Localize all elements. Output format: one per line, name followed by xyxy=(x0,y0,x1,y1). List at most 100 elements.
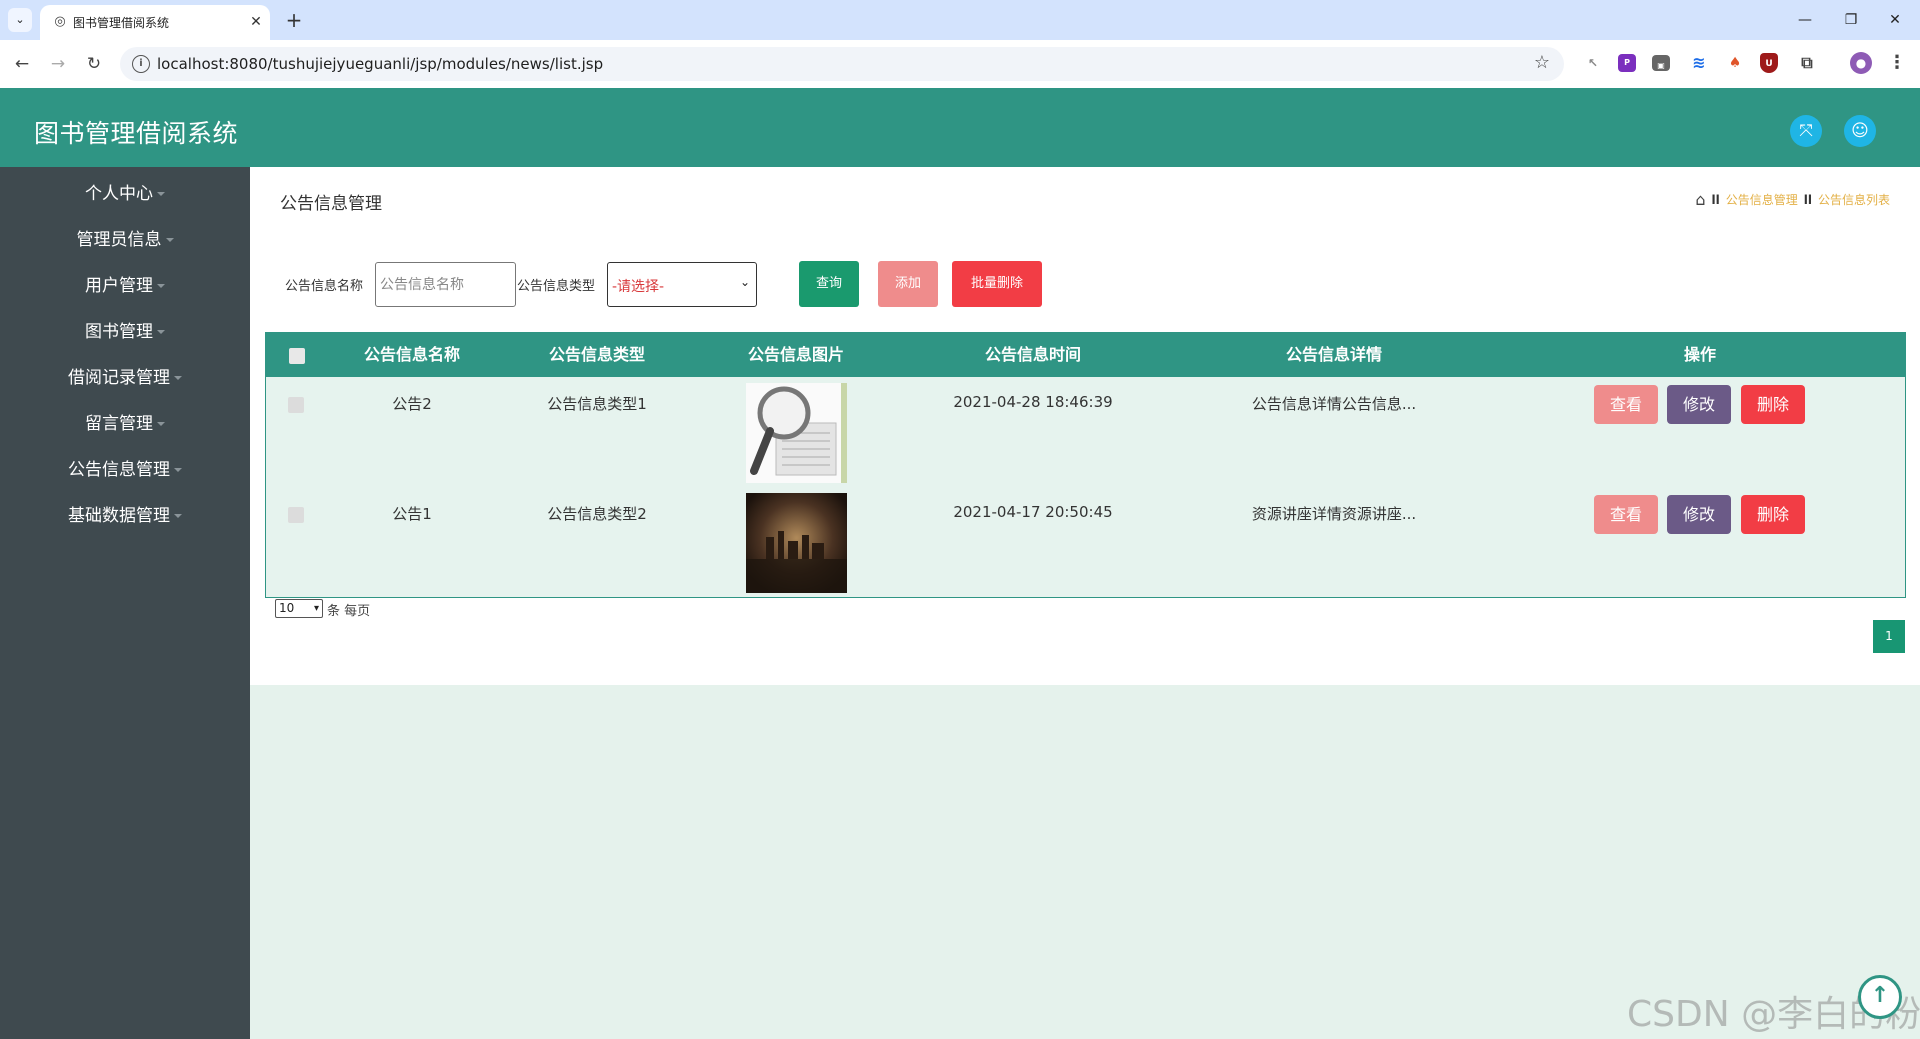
app-title: 图书管理借阅系统 xyxy=(34,119,239,148)
batch-delete-button[interactable]: 批量删除 xyxy=(952,261,1042,307)
address-bar[interactable]: i localhost:8080/tushujiejyueguanli/jsp/… xyxy=(120,47,1564,81)
user-avatar-icon[interactable]: ☺ xyxy=(1844,115,1876,147)
cell-time: 2021-04-28 18:46:39 xyxy=(953,393,1113,411)
table-row: 公告2 公告信息类型1 2021-04-28 18:46:39 公告信息详情公告… xyxy=(266,377,1905,487)
sidebar-item-label: 管理员信息 xyxy=(76,230,162,250)
sidebar-item-label: 公告信息管理 xyxy=(68,460,170,480)
table-header: 公告信息名称 公告信息类型 公告信息图片 公告信息时间 公告信息详情 操作 xyxy=(266,333,1905,377)
edit-button[interactable]: 修改 xyxy=(1667,495,1731,534)
cell-detail: 公告信息详情公告信息... xyxy=(1251,395,1417,413)
announcement-table: 公告信息名称 公告信息类型 公告信息图片 公告信息时间 公告信息详情 操作 公告… xyxy=(265,332,1906,598)
new-tab-plus-icon[interactable]: + xyxy=(282,8,306,32)
sidebar-item-label: 图书管理 xyxy=(85,322,153,342)
page-number-button[interactable]: 1 xyxy=(1873,620,1905,653)
sidebar-item-message-management[interactable]: 留言管理 xyxy=(0,401,250,447)
row-checkbox[interactable] xyxy=(288,397,304,413)
name-search-input[interactable] xyxy=(375,262,516,307)
sidebar-item-label: 基础数据管理 xyxy=(68,506,170,526)
reload-icon[interactable]: ↻ xyxy=(82,52,106,76)
cell-type: 公告信息类型2 xyxy=(547,505,647,523)
breadcrumb-link[interactable]: 公告信息管理 xyxy=(1726,193,1798,207)
home-icon[interactable]: ⌂ xyxy=(1695,190,1705,209)
sidebar-item-personal-center[interactable]: 个人中心 xyxy=(0,171,250,217)
tab-title: 图书管理借阅系统 xyxy=(73,16,170,30)
sidebar-item-borrow-records[interactable]: 借阅记录管理 xyxy=(0,355,250,401)
back-to-top-icon[interactable]: ↑ xyxy=(1858,975,1902,1019)
column-header: 公告信息详情 xyxy=(1285,345,1383,364)
page-title: 公告信息管理 xyxy=(280,194,382,214)
extensions-puzzle-icon[interactable]: ⧉ xyxy=(1796,52,1818,74)
restore-icon[interactable]: ❐ xyxy=(1836,6,1866,34)
fullscreen-icon[interactable]: ⤧ xyxy=(1790,115,1822,147)
cell-time: 2021-04-17 20:50:45 xyxy=(953,503,1113,521)
caret-down-icon xyxy=(174,514,182,518)
query-button[interactable]: 查询 xyxy=(799,261,859,307)
per-page-label: 条 每页 xyxy=(327,604,371,619)
sidebar-item-label: 用户管理 xyxy=(85,276,153,296)
column-header: 操作 xyxy=(1683,345,1717,364)
browser-tab[interactable]: ◎ 图书管理借阅系统 ✕ xyxy=(40,5,270,40)
close-icon[interactable]: ✕ xyxy=(1880,6,1910,34)
select-all-checkbox[interactable] xyxy=(289,348,305,364)
chevron-down-icon: ⌄ xyxy=(739,275,750,289)
dark-city-photo[interactable] xyxy=(746,493,847,593)
tree-extension-icon[interactable]: ♠ xyxy=(1724,52,1746,74)
caret-down-icon xyxy=(157,330,165,334)
cell-type: 公告信息类型1 xyxy=(547,395,647,413)
breadcrumb-separator: ll xyxy=(1803,193,1812,207)
sidebar-item-book-management[interactable]: 图书管理 xyxy=(0,309,250,355)
site-favicon-icon: ◎ xyxy=(54,14,66,29)
layers-extension-icon[interactable]: ≋ xyxy=(1688,52,1710,74)
caret-down-icon xyxy=(157,284,165,288)
type-select[interactable]: -请选择- ⌄ xyxy=(607,262,757,307)
column-header[interactable]: 公告信息时间 xyxy=(985,333,1081,377)
profile-avatar-icon[interactable]: ● xyxy=(1850,52,1872,74)
site-info-icon[interactable]: i xyxy=(132,55,150,73)
app-header: 图书管理借阅系统 ⤧ ☺ xyxy=(0,88,1920,167)
php-extension-icon[interactable]: P xyxy=(1618,54,1636,72)
back-arrow-icon[interactable]: ← xyxy=(10,52,34,76)
column-header[interactable]: 公告信息名称 xyxy=(364,333,460,377)
sidebar-item-announcement-management[interactable]: 公告信息管理 xyxy=(0,447,250,493)
page-size-value: 10 xyxy=(279,601,295,615)
sidebar-item-basic-data[interactable]: 基础数据管理 xyxy=(0,493,250,539)
sidebar-item-admin-info[interactable]: 管理员信息 xyxy=(0,217,250,263)
sidebar: 个人中心 管理员信息 用户管理 图书管理 借阅记录管理 留言管理 公告信息管理 … xyxy=(0,167,250,1039)
delete-button[interactable]: 删除 xyxy=(1741,495,1805,534)
caret-down-icon xyxy=(157,422,165,426)
cell-name: 公告2 xyxy=(392,395,432,413)
tab-close-icon[interactable]: ✕ xyxy=(246,12,266,32)
sidebar-item-user-management[interactable]: 用户管理 xyxy=(0,263,250,309)
bookmark-star-icon[interactable]: ☆ xyxy=(1534,52,1550,73)
chevron-down-icon: ▾ xyxy=(313,603,319,614)
cursor-extension-icon[interactable]: ↖ xyxy=(1582,52,1604,74)
ublock-shield-icon[interactable]: U xyxy=(1760,53,1778,73)
edit-button[interactable]: 修改 xyxy=(1667,385,1731,424)
view-button[interactable]: 查看 xyxy=(1594,495,1658,534)
type-select-value: -请选择- xyxy=(612,279,665,295)
minimize-icon[interactable]: — xyxy=(1790,6,1820,34)
add-button[interactable]: 添加 xyxy=(878,261,938,307)
caret-down-icon xyxy=(174,376,182,380)
column-header: 公告信息图片 xyxy=(747,345,845,364)
news-magnifier-image[interactable] xyxy=(746,383,847,483)
url-text[interactable]: localhost:8080/tushujiejyueguanli/jsp/mo… xyxy=(157,55,603,73)
breadcrumb-separator: ll xyxy=(1711,193,1720,207)
page-size-select[interactable]: 10 ▾ xyxy=(275,599,323,618)
view-button[interactable]: 查看 xyxy=(1594,385,1658,424)
sidebar-item-label: 留言管理 xyxy=(85,414,153,434)
caret-down-icon xyxy=(157,192,165,196)
delete-button[interactable]: 删除 xyxy=(1741,385,1805,424)
forward-arrow-icon[interactable]: → xyxy=(46,52,70,76)
caret-down-icon xyxy=(174,468,182,472)
browser-toolbar: ← → ↻ i localhost:8080/tushujiejyueguanl… xyxy=(0,40,1920,88)
row-checkbox[interactable] xyxy=(288,507,304,523)
tab-list-chevron-icon[interactable]: ⌄ xyxy=(8,8,32,32)
breadcrumb: ⌂ ll 公告信息管理 ll 公告信息列表 xyxy=(1695,190,1890,209)
reader-extension-icon[interactable]: ▣ xyxy=(1652,55,1670,71)
browser-tab-bar: ⌄ ◎ 图书管理借阅系统 ✕ + — ❐ ✕ xyxy=(0,0,1920,40)
name-search-label: 公告信息名称 xyxy=(285,279,364,294)
column-header[interactable]: 公告信息类型 xyxy=(549,333,645,377)
browser-menu-icon[interactable]: ⋮ xyxy=(1886,52,1908,74)
cell-name: 公告1 xyxy=(392,505,432,523)
